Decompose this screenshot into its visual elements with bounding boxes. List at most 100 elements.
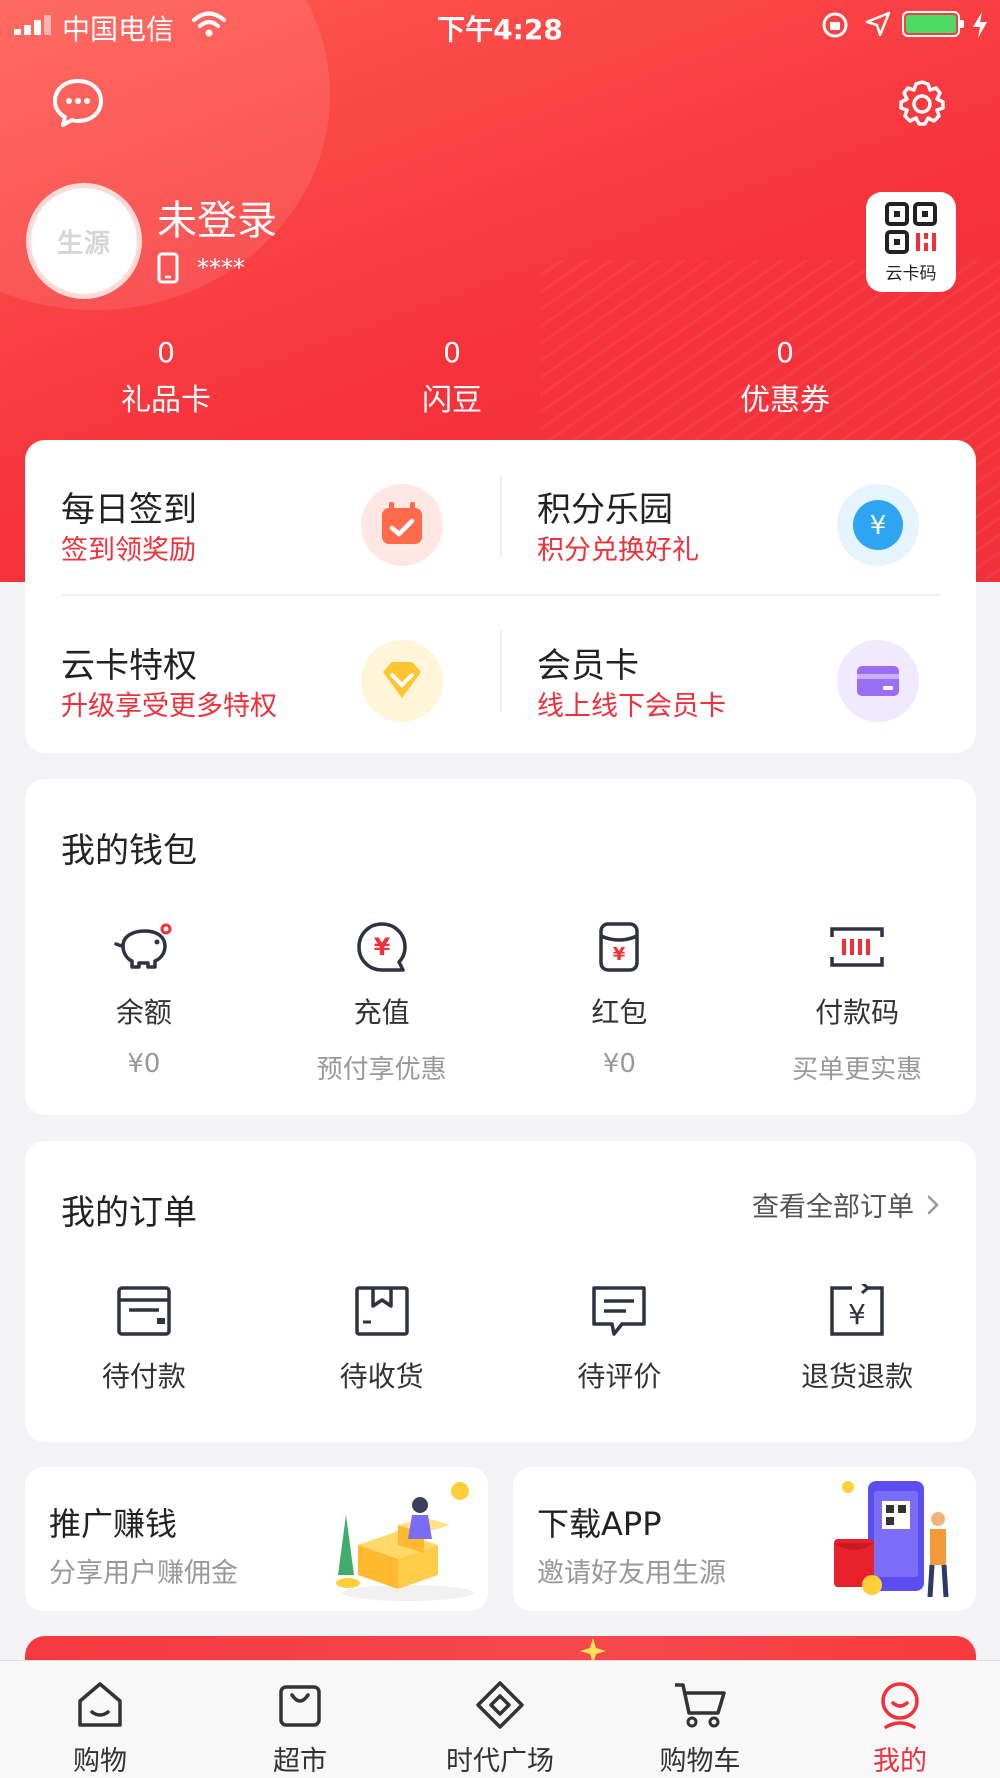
settings-gear-icon[interactable] — [896, 78, 948, 130]
order-label: 待付款 — [101, 1360, 186, 1393]
wallet-label: 充值 — [353, 996, 410, 1029]
feature-subtitle: 签到领奖励 — [61, 535, 196, 566]
tab-label: 购物 — [73, 1746, 127, 1777]
stat-value: 0 — [443, 336, 461, 369]
card-code-button[interactable]: 云卡码 — [866, 192, 956, 292]
promo-subtitle: 分享用户赚佣金 — [49, 1558, 238, 1589]
tab-supermarket[interactable]: 超市 — [200, 1661, 400, 1778]
wallet-value: 买单更实惠 — [792, 1055, 923, 1085]
wallet-item-red-packet[interactable]: ¥ 红包 ¥0 — [501, 917, 739, 1086]
diamond-icon — [361, 640, 443, 722]
wallet-label: 红包 — [591, 996, 648, 1029]
phone-number: **** — [197, 254, 245, 282]
svg-text:¥: ¥ — [373, 933, 390, 961]
feature-points-park[interactable]: 积分乐园 积分兑换好礼 ¥ — [501, 440, 941, 590]
avatar[interactable]: 生源 — [26, 183, 142, 299]
feature-subtitle: 升级享受更多特权 — [61, 691, 277, 722]
feature-title: 会员卡 — [537, 646, 639, 686]
plaza-icon — [476, 1681, 524, 1729]
order-label: 退货退款 — [801, 1360, 914, 1393]
phone-icon — [157, 252, 179, 284]
wallet-value: 预付享优惠 — [316, 1055, 447, 1085]
svg-text:¥: ¥ — [613, 944, 626, 965]
order-pending-receipt[interactable]: 待收货 — [263, 1281, 501, 1395]
charging-icon — [973, 12, 987, 38]
orders-card: 我的订单 查看全部订单 待付款 待收货 待评价 ¥ 退货退款 — [25, 1141, 976, 1442]
refund-icon: ¥ — [830, 1284, 884, 1336]
orders-grid: 待付款 待收货 待评价 ¥ 退货退款 — [25, 1281, 976, 1395]
status-time: 下午4:28 — [437, 13, 563, 46]
promo-earn-money[interactable]: 推广赚钱 分享用户赚佣金 — [25, 1467, 488, 1611]
qr-code-icon — [885, 201, 937, 254]
feature-member-card[interactable]: 会员卡 线上线下会员卡 — [501, 596, 941, 746]
shopping-bag-icon — [279, 1685, 321, 1727]
wallet-item-recharge[interactable]: ¥ 充值 预付享优惠 — [263, 917, 501, 1086]
home-icon — [78, 1682, 122, 1727]
status-bar: 中国电信 下午4:28 — [0, 0, 1000, 50]
stat-label: 优惠券 — [740, 383, 830, 418]
tab-cart[interactable]: 购物车 — [600, 1661, 800, 1778]
profile-smile-icon — [881, 1682, 919, 1729]
message-icon[interactable] — [52, 78, 104, 128]
wallet-item-balance[interactable]: 余额 ¥0 — [25, 917, 263, 1086]
view-all-orders-label: 查看全部订单 — [752, 1192, 914, 1223]
yen-coin-icon: ¥ — [837, 484, 919, 566]
wallet-title: 我的钱包 — [61, 831, 197, 871]
phone-row: **** — [157, 252, 245, 284]
order-pending-review[interactable]: 待评价 — [501, 1281, 739, 1395]
comment-icon — [592, 1286, 647, 1336]
stat-label: 礼品卡 — [121, 383, 211, 418]
bottom-tab-bar: 购物 超市 时代广场 购物车 我的 — [0, 1660, 1000, 1778]
wallet-label: 余额 — [115, 996, 172, 1029]
battery-level — [906, 15, 956, 33]
promo-illustration-boxes — [336, 1482, 474, 1601]
wallet-card: 我的钱包 余额 ¥0 ¥ 充值 预付享优惠 ¥ 红包 ¥0 付款码 买单更实惠 — [25, 779, 976, 1115]
svg-text:¥: ¥ — [870, 511, 887, 541]
feature-cloud-card-privilege[interactable]: 云卡特权 升级享受更多特权 — [25, 596, 465, 746]
order-label: 待收货 — [339, 1360, 424, 1393]
tab-label: 超市 — [273, 1746, 327, 1777]
stat-coupons[interactable]: 0 优惠券 — [685, 336, 885, 419]
calendar-check-icon — [361, 484, 443, 566]
feature-subtitle: 线上线下会员卡 — [537, 691, 726, 722]
order-refund[interactable]: ¥ 退货退款 — [738, 1281, 976, 1395]
stat-flash-beans[interactable]: 0 闪豆 — [352, 336, 552, 419]
feature-daily-checkin[interactable]: 每日签到 签到领奖励 — [25, 440, 465, 590]
stat-label: 闪豆 — [422, 383, 482, 418]
location-icon — [865, 11, 891, 37]
order-label: 待评价 — [577, 1360, 662, 1393]
wallet-item-pay-code[interactable]: 付款码 买单更实惠 — [738, 917, 976, 1086]
promo-title: 下载APP — [537, 1505, 662, 1543]
recharge-yen-icon: ¥ — [356, 922, 407, 972]
wallet-grid: 余额 ¥0 ¥ 充值 预付享优惠 ¥ 红包 ¥0 付款码 买单更实惠 — [25, 917, 976, 1086]
feature-card: 每日签到 签到领奖励 积分乐园 积分兑换好礼 ¥ 云卡特权 升级享受更多特权 会… — [25, 440, 976, 753]
avatar-logo-text: 生源 — [56, 228, 111, 259]
tab-mine[interactable]: 我的 — [800, 1661, 1000, 1778]
rotation-lock-icon — [822, 12, 848, 38]
stat-value: 0 — [776, 336, 794, 369]
stat-gift-card[interactable]: 0 礼品卡 — [66, 336, 266, 419]
wallet-icon — [117, 1286, 171, 1336]
tab-shopping[interactable]: 购物 — [0, 1661, 200, 1778]
feature-title: 云卡特权 — [61, 646, 197, 686]
order-pending-payment[interactable]: 待付款 — [25, 1281, 263, 1395]
wallet-value: ¥0 — [127, 1049, 161, 1079]
member-card-icon — [837, 640, 919, 722]
tab-label: 购物车 — [659, 1746, 741, 1777]
promo-download-app[interactable]: 下载APP 邀请好友用生源 — [513, 1467, 976, 1611]
orders-title: 我的订单 — [61, 1193, 197, 1233]
feature-title: 积分乐园 — [537, 490, 673, 530]
cart-icon — [675, 1683, 726, 1728]
barcode-icon — [830, 927, 884, 967]
wallet-label: 付款码 — [815, 996, 900, 1029]
feature-subtitle: 积分兑换好礼 — [537, 535, 699, 566]
chevron-right-icon — [927, 1195, 939, 1214]
tab-times-plaza[interactable]: 时代广场 — [400, 1661, 600, 1778]
wallet-value: ¥0 — [602, 1049, 636, 1079]
view-all-orders-link[interactable]: 查看全部订单 — [752, 1185, 940, 1224]
piggy-bank-icon — [114, 923, 172, 969]
card-code-label: 云卡码 — [885, 263, 937, 284]
user-name[interactable]: 未登录 — [157, 188, 277, 246]
feature-title: 每日签到 — [61, 490, 197, 530]
promo-illustration-phone — [834, 1481, 949, 1598]
